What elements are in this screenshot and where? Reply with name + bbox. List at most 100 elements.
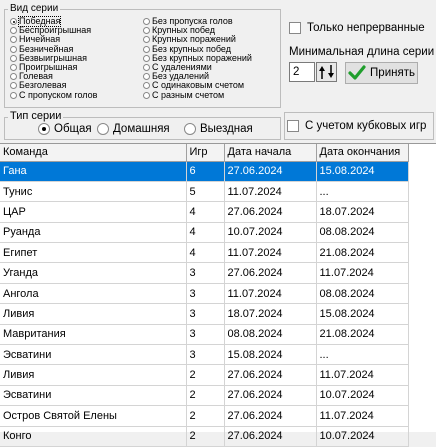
radio-away[interactable]: Выездная [184,123,253,135]
cell-end-date: 11.07.2024 [316,405,409,427]
radio-home-label: Домашняя [113,123,170,135]
table-body: Гана 6 27.06.2024 15.08.2024 Тунис 5 11.07.202… [0,161,409,447]
cell-games: 5 [186,181,225,203]
cell-end-date: 08.08.2024 [316,222,409,244]
cell-team: Эсватини [0,385,187,407]
cell-team: Ливия [0,364,187,386]
cell-end-date: 15.08.2024 [316,303,409,325]
cell-end-date: 15.08.2024 [316,161,409,182]
table-row[interactable]: Эсватини 2 27.06.2024 10.07.2024 [0,385,409,407]
series-type-option-dot[interactable] [10,54,17,62]
cell-games: 3 [186,324,225,346]
cell-end-date: 08.08.2024 [316,283,409,305]
series-type-option-dot[interactable] [10,91,17,99]
table-row[interactable]: Руанда 4 10.07.2024 08.08.2024 [0,222,409,244]
cell-games: 3 [186,303,225,325]
series-type-option-dot[interactable] [143,82,150,90]
cell-games: 6 [186,161,225,182]
series-type-option-dot[interactable] [10,73,17,81]
radio-home-dot[interactable] [97,123,109,135]
radio-away-dot[interactable] [184,123,196,135]
series-type-option-dot[interactable] [143,36,150,44]
table-row[interactable]: Остров Святой Елены 2 27.06.2024 11.07.2024 [0,405,409,427]
only-continuous-box[interactable] [289,22,301,34]
series-type-option-dot[interactable] [10,27,17,35]
cell-start-date: 10.07.2024 [224,222,317,244]
cell-games: 2 [186,364,225,386]
series-type-option-dot[interactable] [10,45,17,53]
col-team-header[interactable]: Команда [0,144,187,162]
col-games-header[interactable]: Игр [186,144,225,162]
cell-team: Ангола [0,283,187,305]
cell-games: 4 [186,201,225,223]
series-type-option-dot[interactable] [10,36,17,44]
table-row[interactable]: Ливия 3 18.07.2024 15.08.2024 [0,303,409,325]
table-row[interactable]: Уганда 3 27.06.2024 11.07.2024 [0,262,409,284]
table-row[interactable]: ЦАР 4 27.06.2024 18.07.2024 [0,201,409,223]
series-table[interactable]: Команда Игр Дата начала Дата окончания Г… [0,143,436,447]
series-type-option-dot[interactable] [10,82,17,90]
cell-end-date: ... [316,181,409,203]
cell-end-date: 11.07.2024 [316,262,409,284]
cell-team: Руанда [0,222,187,244]
col-start-header[interactable]: Дата начала [224,144,317,162]
only-continuous-checkbox[interactable]: Только непрерванные [289,22,425,34]
min-length-label: Минимальная длина серии [289,46,435,58]
cell-games: 4 [186,222,225,244]
cell-team: Мавритания [0,324,187,346]
series-type-option-dot[interactable] [143,18,150,25]
series-type-option-dot[interactable] [143,27,150,35]
table-row[interactable]: Эсватини 3 15.08.2024... [0,344,409,366]
series-type-option-dot[interactable] [143,73,150,81]
cup-games-box[interactable] [287,120,299,132]
cell-games: 3 [186,344,225,366]
table-row[interactable]: Конго 2 27.06.2024 10.07.2024 [0,426,409,447]
apply-button-label: Принять [370,67,415,79]
table-row[interactable]: Гана 6 27.06.2024 15.08.2024 [0,161,409,182]
cell-team: Эсватини [0,344,187,366]
cell-team: Гана [0,161,187,182]
series-type-option-dot[interactable] [143,45,150,53]
cell-start-date: 08.08.2024 [224,324,317,346]
table-row[interactable]: Тунис 5 11.07.2024... [0,181,409,203]
radio-away-label: Выездная [200,123,253,135]
cell-team: Египет [0,242,187,264]
min-length-spinner[interactable] [316,62,337,82]
cell-start-date: 27.06.2024 [224,405,317,427]
series-table-grid: Команда Игр Дата начала Дата окончания Г… [0,144,409,447]
cell-games: 2 [186,385,225,407]
table-row[interactable]: Ангола 3 11.07.2024 08.08.2024 [0,283,409,305]
min-length-input[interactable]: 2 [289,62,315,82]
cell-start-date: 15.08.2024 [224,344,317,366]
cup-games-checkbox[interactable]: С учетом кубковых игр [287,120,426,132]
cell-start-date: 11.07.2024 [224,181,317,203]
series-type-option[interactable]: С разным счетом [143,90,224,100]
cell-start-date: 27.06.2024 [224,385,317,407]
cell-end-date: 11.07.2024 [316,364,409,386]
series-type-option-dot[interactable] [10,18,17,25]
cell-start-date: 11.07.2024 [224,242,317,264]
series-type-option-dot[interactable] [143,91,150,99]
table-header-row: Команда Игр Дата начала Дата окончания [0,144,409,162]
cell-end-date: 10.07.2024 [316,426,409,447]
series-type-option-dot[interactable] [143,64,150,71]
cell-start-date: 27.06.2024 [224,426,317,447]
series-type-option[interactable]: С пропуском голов [10,90,97,100]
cell-team: Остров Святой Елены [0,405,187,427]
cell-end-date: 18.07.2024 [316,201,409,223]
cell-end-date: 21.08.2024 [316,324,409,346]
apply-button[interactable]: Принять [345,62,418,84]
series-type-option-dot[interactable] [143,54,150,62]
col-end-header[interactable]: Дата окончания [316,144,409,162]
table-row[interactable]: Ливия 2 27.06.2024 11.07.2024 [0,364,409,386]
cell-end-date: ... [316,344,409,366]
cell-team: ЦАР [0,201,187,223]
radio-general[interactable]: Общая [38,123,92,135]
radio-home[interactable]: Домашняя [97,123,170,135]
cell-games: 3 [186,262,225,284]
cell-team: Конго [0,426,187,447]
radio-general-dot[interactable] [38,123,50,135]
table-row[interactable]: Египет 4 11.07.2024 21.08.2024 [0,242,409,264]
table-row[interactable]: Мавритания 3 08.08.2024 21.08.2024 [0,324,409,346]
series-type-option-dot[interactable] [10,64,17,71]
